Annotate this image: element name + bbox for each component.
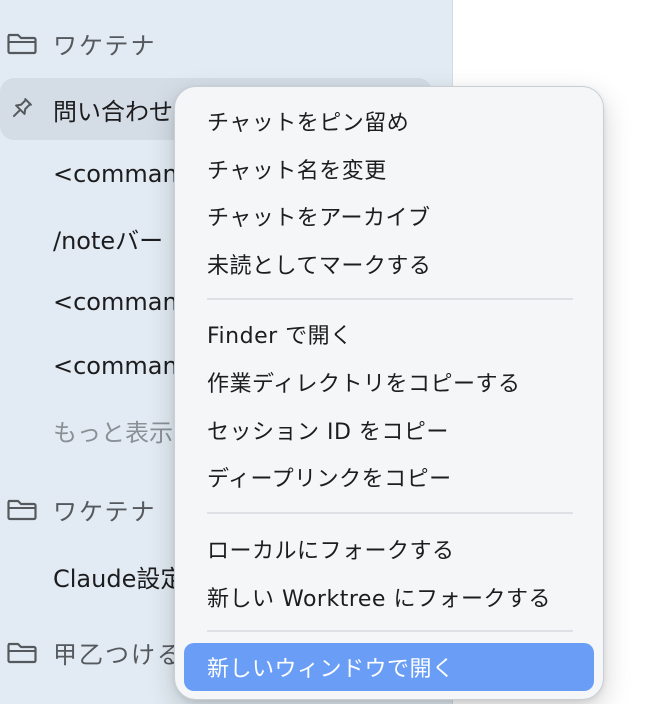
context-menu: チャットをピン留め チャット名を変更 チャットをアーカイブ 未読としてマークする… bbox=[174, 86, 604, 700]
menu-item-mark-unread[interactable]: 未読としてマークする bbox=[184, 242, 594, 286]
menu-item-copy-session-id[interactable]: セッション ID をコピー bbox=[184, 408, 594, 452]
menu-item-archive-chat[interactable]: チャットをアーカイブ bbox=[184, 194, 594, 238]
sidebar-chat-item[interactable]: /noteバー bbox=[0, 207, 163, 269]
sidebar-chat-item[interactable]: <command bbox=[0, 271, 193, 333]
chat-label: <command bbox=[53, 160, 193, 188]
sidebar-folder-2[interactable]: ワケテナ bbox=[0, 478, 157, 540]
sidebar-folder-3[interactable]: 甲乙つける bbox=[0, 621, 183, 683]
menu-item-copy-deep-link[interactable]: ディープリンクをコピー bbox=[184, 455, 594, 499]
show-more-label: もっと表示 bbox=[53, 418, 173, 447]
menu-separator bbox=[207, 630, 573, 632]
menu-item-fork-new-worktree[interactable]: 新しい Worktree にフォークする bbox=[184, 575, 594, 619]
chat-label: /noteバー bbox=[53, 226, 164, 255]
menu-separator bbox=[207, 512, 573, 514]
folder-icon bbox=[7, 31, 37, 55]
menu-item-open-in-finder[interactable]: Finder で開く bbox=[184, 312, 594, 356]
menu-item-pin-chat[interactable]: チャットをピン留め bbox=[184, 99, 594, 143]
sidebar-folder-label: 甲乙つける bbox=[53, 640, 183, 669]
sidebar-chat-item[interactable]: <command bbox=[0, 143, 193, 205]
chat-label: Claude設定 bbox=[53, 564, 185, 593]
sidebar-chat-item[interactable]: <command bbox=[0, 335, 193, 397]
sidebar-folder-label: ワケテナ bbox=[53, 31, 157, 60]
menu-item-open-new-window[interactable]: 新しいウィンドウで開く bbox=[184, 643, 594, 691]
menu-item-rename-chat[interactable]: チャット名を変更 bbox=[184, 147, 594, 191]
menu-separator bbox=[207, 298, 573, 300]
menu-item-fork-local[interactable]: ローカルにフォークする bbox=[184, 527, 594, 571]
folder-icon bbox=[7, 640, 37, 664]
chat-label: <command bbox=[53, 352, 193, 380]
folder-icon bbox=[7, 497, 37, 521]
sidebar-chat-item[interactable]: Claude設定 bbox=[0, 545, 184, 607]
sidebar-folder-1[interactable]: ワケテナ bbox=[0, 12, 157, 74]
sidebar-folder-label: ワケテナ bbox=[53, 497, 157, 526]
show-more-link[interactable]: もっと表示 bbox=[0, 399, 173, 461]
pinned-chat-label: 問い合わせ bbox=[53, 97, 173, 126]
menu-item-copy-working-directory[interactable]: 作業ディレクトリをコピーする bbox=[184, 360, 594, 404]
chat-label: <command bbox=[53, 288, 193, 316]
pin-icon bbox=[7, 95, 35, 123]
